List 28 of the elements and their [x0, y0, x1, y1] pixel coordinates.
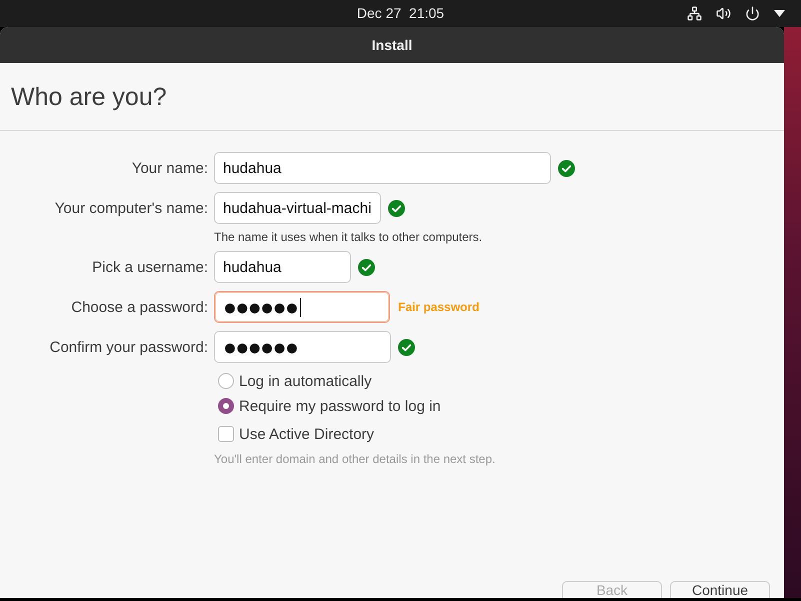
checkbox[interactable] — [218, 426, 234, 442]
field-label: Pick a username: — [91, 258, 208, 276]
password-field[interactable]: ●●●●●● — [214, 331, 391, 363]
text-field[interactable]: hudahua-virtual-machi — [214, 192, 381, 224]
field-label: Your name: — [130, 160, 208, 176]
radio-label[interactable]: Log in automatically — [239, 372, 372, 390]
password-field[interactable]: ●●●●●● — [214, 291, 390, 323]
radio-button[interactable] — [218, 373, 234, 389]
volume-icon[interactable] — [716, 6, 731, 21]
page-heading: Who are you? — [11, 82, 167, 112]
field-label: Confirm your password: — [48, 338, 208, 356]
caret-down-icon[interactable] — [774, 10, 785, 17]
field-label: Choose a password: — [70, 298, 208, 316]
network-icon[interactable] — [687, 6, 702, 21]
field-label: Your computer's name: — [54, 200, 208, 216]
window-title: Install — [372, 37, 412, 53]
text-field[interactable]: hudahua — [214, 251, 351, 283]
radio-button[interactable] — [218, 398, 234, 414]
text-field[interactable]: hudahua — [214, 152, 551, 184]
radio-label[interactable]: Require my password to log in — [239, 398, 441, 414]
clock[interactable]: Dec 27 21:05 — [356, 5, 444, 22]
continue-button[interactable]: Continue — [670, 581, 770, 598]
field-hint: You'll enter domain and other details in the next step. — [214, 452, 496, 466]
checkbox-label[interactable]: Use Active Directory — [239, 426, 374, 442]
text-cursor-icon — [300, 298, 302, 316]
field-hint: The name it uses when it talks to other computers. — [214, 230, 482, 244]
power-icon[interactable] — [745, 6, 760, 21]
password-strength: Fair password — [398, 300, 480, 314]
